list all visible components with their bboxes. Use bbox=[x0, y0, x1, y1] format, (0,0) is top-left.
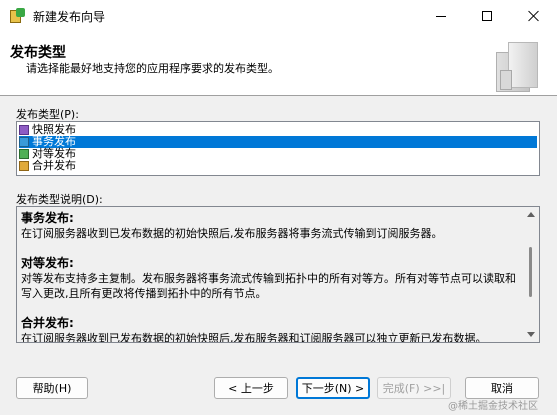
snapshot-icon bbox=[19, 125, 29, 135]
scroll-thumb[interactable] bbox=[529, 247, 532, 297]
next-button[interactable]: 下一步(N) > bbox=[296, 377, 370, 399]
close-button[interactable] bbox=[511, 0, 557, 32]
description-scrollbar[interactable] bbox=[523, 207, 539, 342]
close-icon bbox=[528, 10, 540, 22]
window-title: 新建发布向导 bbox=[33, 9, 106, 24]
publication-type-label: 发布类型(P): bbox=[16, 108, 79, 121]
page-title: 发布类型 bbox=[10, 45, 66, 61]
transactional-icon bbox=[19, 137, 29, 147]
maximize-icon bbox=[482, 11, 492, 21]
help-button[interactable]: 帮助(H) bbox=[16, 377, 88, 399]
back-button[interactable]: < 上一步 bbox=[214, 377, 288, 399]
page-subtitle: 请选择能最好地支持您的应用程序要求的发布类型。 bbox=[26, 62, 279, 75]
publication-banner-icon bbox=[490, 40, 546, 92]
finish-button[interactable]: 完成(F) >>| bbox=[377, 377, 451, 399]
scroll-up-icon[interactable] bbox=[527, 212, 535, 217]
scroll-down-icon[interactable] bbox=[527, 332, 535, 337]
description-heading: 合并发布: bbox=[21, 316, 74, 330]
description-heading: 事务发布: bbox=[21, 211, 74, 225]
minimize-icon bbox=[436, 15, 446, 17]
description-label: 发布类型说明(D): bbox=[16, 193, 103, 206]
description-text: 在订阅服务器收到已发布数据的初始快照后,发布服务器将事务流式传输到订阅服务器。 bbox=[21, 227, 443, 240]
description-text: 在订阅服务器收到已发布数据的初始快照后,发布服务器和订阅服务器可以独立更新已发布… bbox=[21, 332, 487, 343]
watermark: @稀土掘金技术社区 bbox=[448, 401, 538, 412]
list-item-label: 合并发布 bbox=[32, 159, 76, 172]
publication-description: 事务发布: 在订阅服务器收到已发布数据的初始快照后,发布服务器将事务流式传输到订… bbox=[16, 206, 540, 343]
list-item-snapshot[interactable]: 快照发布 bbox=[19, 124, 537, 136]
minimize-button[interactable] bbox=[418, 0, 464, 32]
cancel-button[interactable]: 取消 bbox=[465, 377, 539, 399]
peer-to-peer-icon bbox=[19, 149, 29, 159]
list-item-peer-to-peer[interactable]: 对等发布 bbox=[19, 148, 537, 160]
wizard-app-icon bbox=[9, 8, 25, 24]
description-text: 对等发布支持多主复制。发布服务器将事务流式传输到拓扑中的所有对等方。所有对等节点… bbox=[21, 272, 516, 300]
list-item-merge[interactable]: 合并发布 bbox=[19, 160, 537, 172]
description-heading: 对等发布: bbox=[21, 256, 74, 270]
publication-type-list[interactable]: 快照发布 事务发布 对等发布 合并发布 bbox=[16, 121, 540, 176]
title-bar: 新建发布向导 bbox=[0, 0, 557, 32]
maximize-button[interactable] bbox=[464, 0, 510, 32]
list-item-transactional[interactable]: 事务发布 bbox=[19, 136, 537, 148]
header-banner: 发布类型 请选择能最好地支持您的应用程序要求的发布类型。 bbox=[0, 32, 557, 96]
merge-icon bbox=[19, 161, 29, 171]
